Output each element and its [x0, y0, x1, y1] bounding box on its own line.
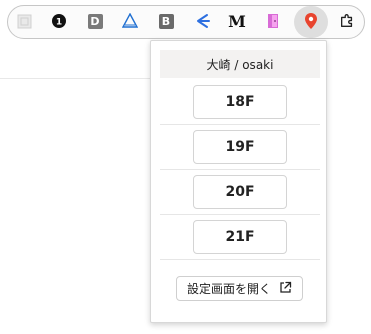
grid-extension-icon[interactable]: [16, 13, 32, 29]
floor-19f-button[interactable]: 19F: [193, 130, 287, 164]
b-extension-icon[interactable]: B: [158, 13, 174, 29]
triangle-extension-icon[interactable]: [122, 13, 138, 29]
d-extension-label: D: [87, 13, 103, 29]
medium-extension-icon[interactable]: M: [228, 11, 246, 31]
list-item: 19F: [160, 125, 320, 170]
arrow-extension-icon[interactable]: [194, 13, 210, 29]
list-item: 18F: [160, 80, 320, 125]
onepassword-extension-icon[interactable]: 1: [51, 13, 67, 29]
extensions-puzzle-icon[interactable]: [339, 13, 355, 29]
medium-extension-label: M: [228, 11, 246, 31]
open-settings-button[interactable]: 設定画面を開く: [176, 276, 303, 301]
external-link-icon: [279, 281, 292, 297]
list-item: 21F: [160, 215, 320, 260]
toolbar-divider: [0, 78, 150, 79]
d-extension-icon[interactable]: D: [87, 13, 103, 29]
b-extension-label: B: [158, 13, 174, 29]
floor-21f-button[interactable]: 21F: [193, 220, 287, 254]
door-extension-icon[interactable]: [265, 13, 281, 29]
svg-text:1: 1: [56, 18, 62, 28]
floor-selector-popup: 大崎 / osaki 18F 19F 20F 21F 設定画面を開く: [150, 40, 327, 323]
popup-title: 大崎 / osaki: [160, 50, 320, 78]
open-settings-label: 設定画面を開く: [186, 282, 271, 296]
floor-18f-button[interactable]: 18F: [193, 85, 287, 119]
list-item: 20F: [160, 170, 320, 215]
floor-20f-button[interactable]: 20F: [193, 175, 287, 209]
location-pin-icon: [303, 13, 319, 29]
